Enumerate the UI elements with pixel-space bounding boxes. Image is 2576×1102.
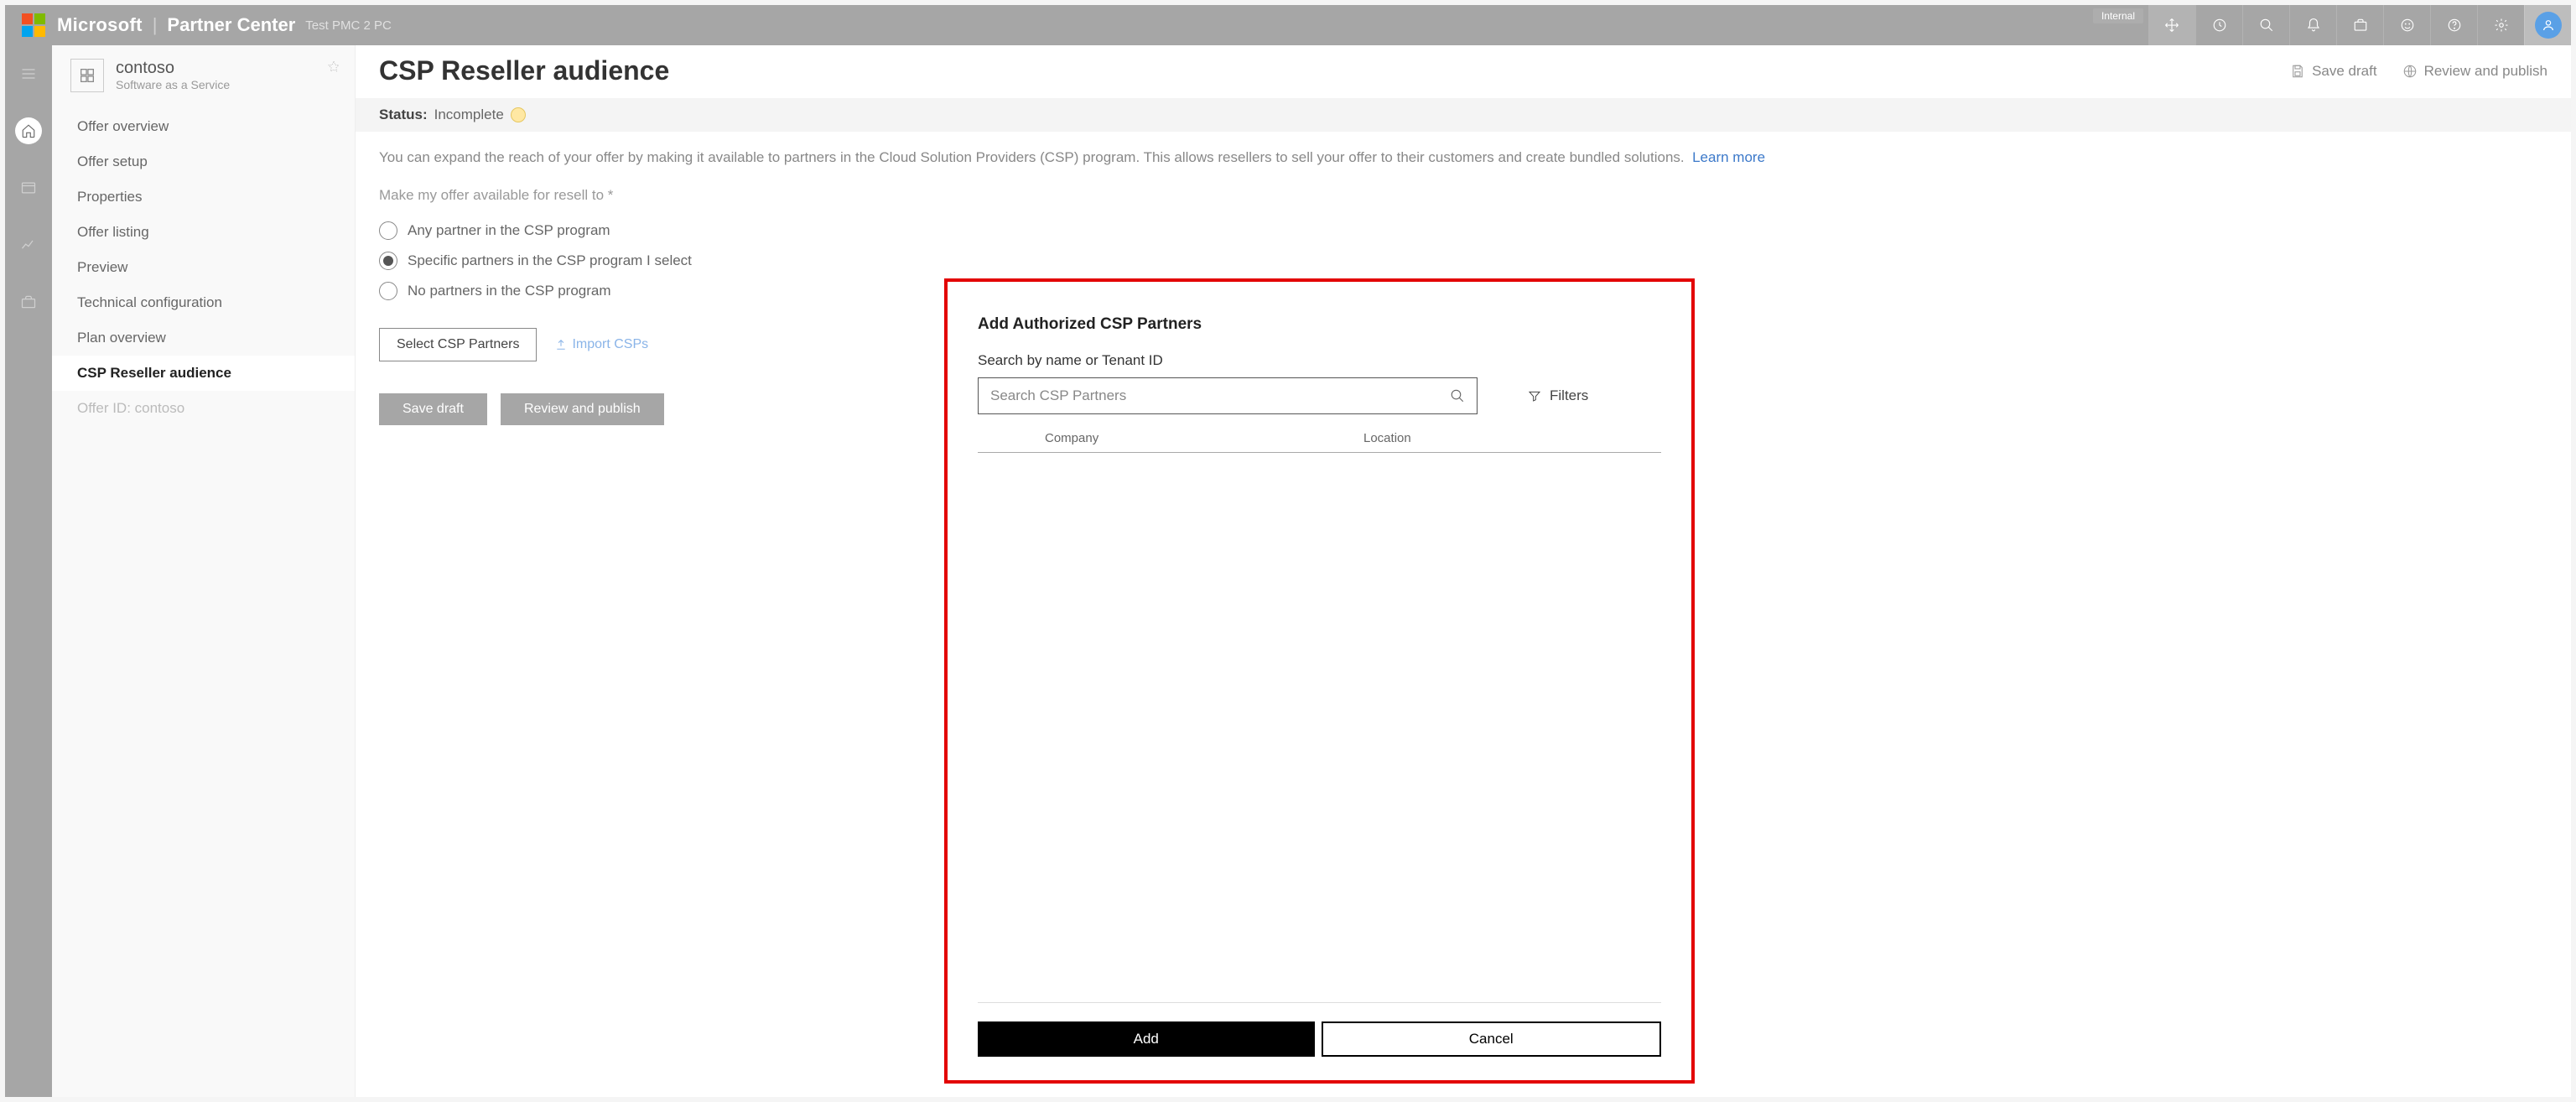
app-subtext: Test PMC 2 PC xyxy=(305,18,392,33)
internal-badge: Internal xyxy=(2093,8,2143,23)
nav-item-setup[interactable]: Offer setup xyxy=(52,144,355,179)
header-separator: | xyxy=(153,14,158,36)
menu-icon[interactable] xyxy=(15,60,42,87)
radio-specific-partners[interactable]: Specific partners in the CSP program I s… xyxy=(379,246,2547,276)
learn-more-link[interactable]: Learn more xyxy=(1692,149,1765,165)
add-csp-panel: Add Authorized CSP Partners Search by na… xyxy=(944,278,1695,1084)
th-company: Company xyxy=(1045,431,1363,445)
user-avatar[interactable] xyxy=(2524,5,2571,45)
panel-search-label: Search by name or Tenant ID xyxy=(978,352,1661,369)
toolbox-icon[interactable] xyxy=(15,288,42,315)
save-draft-button[interactable]: Save draft xyxy=(379,393,487,425)
offer-title: contoso xyxy=(116,59,230,78)
status-bar: Status: Incomplete xyxy=(356,98,2571,132)
resell-field-label: Make my offer available for resell to * xyxy=(356,169,2571,209)
filters-button[interactable]: Filters xyxy=(1528,387,1588,404)
nav-item-offer-id: Offer ID: contoso xyxy=(52,391,355,426)
pin-icon[interactable] xyxy=(328,60,340,72)
upload-icon xyxy=(555,339,567,351)
nav-item-properties[interactable]: Properties xyxy=(52,179,355,215)
nav-item-overview[interactable]: Offer overview xyxy=(52,109,355,144)
status-value: Incomplete xyxy=(434,107,504,123)
clock-icon[interactable] xyxy=(2195,5,2242,45)
save-draft-top[interactable]: Save draft xyxy=(2290,63,2377,80)
briefcase-icon[interactable] xyxy=(2336,5,2383,45)
offer-icon xyxy=(70,59,104,92)
app-name[interactable]: Partner Center xyxy=(167,14,295,36)
nav-item-preview[interactable]: Preview xyxy=(52,250,355,285)
gear-icon[interactable] xyxy=(2477,5,2524,45)
radio-any-partner[interactable]: Any partner in the CSP program xyxy=(379,216,2547,246)
nav-item-csp[interactable]: CSP Reseller audience xyxy=(52,356,355,391)
globe-icon xyxy=(2402,64,2418,79)
save-icon xyxy=(2290,64,2305,79)
help-icon[interactable] xyxy=(2430,5,2477,45)
brand-text: Microsoft xyxy=(57,14,143,36)
table-header: Company Location xyxy=(978,431,1661,453)
search-box[interactable] xyxy=(978,377,1478,414)
move-icon[interactable] xyxy=(2148,5,2195,45)
nav-list: Offer overview Offer setup Properties Of… xyxy=(52,104,355,426)
chart-icon[interactable] xyxy=(15,231,42,258)
microsoft-logo-icon xyxy=(22,13,45,37)
face-icon[interactable] xyxy=(2383,5,2430,45)
offer-subtitle: Software as a Service xyxy=(116,78,230,91)
nav-item-technical[interactable]: Technical configuration xyxy=(52,285,355,320)
add-button[interactable]: Add xyxy=(978,1021,1315,1057)
radio-icon xyxy=(379,252,397,270)
page-title: CSP Reseller audience xyxy=(379,55,669,86)
radio-icon xyxy=(379,282,397,300)
nav-item-listing[interactable]: Offer listing xyxy=(52,215,355,250)
select-csp-button[interactable]: Select CSP Partners xyxy=(379,328,537,361)
panel-title: Add Authorized CSP Partners xyxy=(978,315,1661,334)
description: You can expand the reach of your offer b… xyxy=(356,132,2571,169)
import-csps-link[interactable]: Import CSPs xyxy=(555,337,648,352)
review-publish-button[interactable]: Review and publish xyxy=(501,393,664,425)
icon-rail xyxy=(5,45,52,1097)
radio-icon xyxy=(379,221,397,240)
review-publish-top[interactable]: Review and publish xyxy=(2402,63,2547,80)
global-header: Microsoft | Partner Center Test PMC 2 PC… xyxy=(5,5,2571,45)
status-label: Status: xyxy=(379,107,428,123)
card-icon[interactable] xyxy=(15,174,42,201)
status-dot-icon xyxy=(511,107,526,122)
nav-item-plan[interactable]: Plan overview xyxy=(52,320,355,356)
side-nav: contoso Software as a Service Offer over… xyxy=(52,45,356,1097)
cancel-button[interactable]: Cancel xyxy=(1322,1021,1662,1057)
filter-icon xyxy=(1528,389,1541,403)
bell-icon[interactable] xyxy=(2289,5,2336,45)
search-input[interactable] xyxy=(990,387,1450,404)
th-location: Location xyxy=(1363,431,1411,445)
home-icon[interactable] xyxy=(15,117,42,144)
search-icon[interactable] xyxy=(1450,388,1465,403)
search-icon[interactable] xyxy=(2242,5,2289,45)
